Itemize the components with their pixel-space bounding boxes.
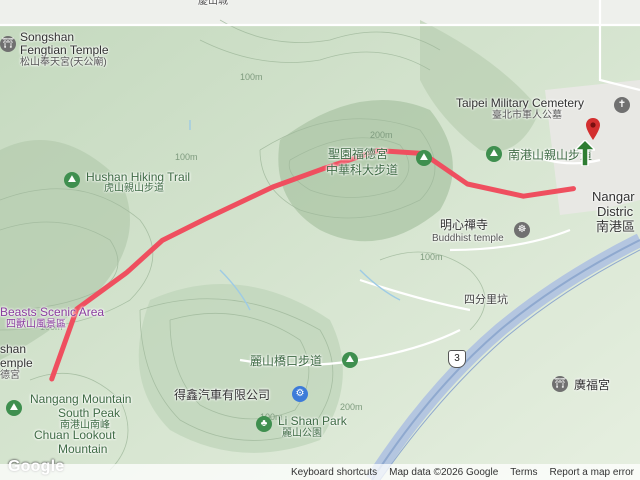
military-cemetery-label[interactable]: Taipei Military Cemetery (456, 96, 584, 110)
guangfu-temple-label[interactable]: 廣福宮 (574, 378, 610, 392)
buddhist-temple-label: Buddhist temple (432, 233, 504, 244)
map-footer: Keyboard shortcuts Map data ©2026 Google… (0, 464, 640, 480)
lookout-label[interactable]: Chuan Lookout (34, 428, 115, 442)
military-cemetery-zh: 臺北市軍人公墓 (492, 110, 562, 121)
buddhist-icon[interactable]: ☸ (514, 222, 530, 238)
hushan-trail-zh: 虎山親山步道 (104, 183, 164, 194)
south-peak-label[interactable]: Nangang Mountain (30, 392, 131, 406)
district-label-2: Distric (597, 204, 634, 219)
hiking-icon[interactable]: ⛰ (416, 150, 432, 166)
sifenli-label: 四分里坑 (464, 294, 508, 306)
cemetery-icon[interactable]: ✝ (614, 97, 630, 113)
cust-trail-label[interactable]: 中華科大步道 (326, 163, 398, 177)
hiking-icon[interactable]: ⛰ (6, 400, 22, 416)
temple-icon[interactable]: ⛩ (0, 36, 16, 52)
south-peak-label-2: South Peak (58, 406, 121, 420)
shan-temple-label-2: emple (0, 356, 33, 370)
shan-temple-zh: 德宮 (0, 370, 20, 381)
contour-label: 100m (240, 72, 263, 82)
district-label: Nangar (592, 189, 635, 204)
car-icon[interactable]: ⚙ (292, 386, 308, 402)
temple-icon[interactable]: ⛩ (552, 376, 568, 392)
songshan-temple-zh: 松山奉天宮(天公廟) (20, 57, 107, 68)
terms-link[interactable]: Terms (504, 467, 543, 478)
lishan-park-label[interactable]: Li Shan Park (278, 414, 347, 428)
car-company-label[interactable]: 得鑫汽車有限公司 (174, 388, 270, 402)
hiking-icon[interactable]: ⛰ (64, 172, 80, 188)
map-canvas[interactable]: 200m 100m 100m 100m 100m 200m 100m 慶山城 ⛩… (0, 0, 640, 480)
contour-label: 200m (370, 130, 393, 140)
destination-pin-icon[interactable] (586, 118, 600, 140)
mingxin-temple-label[interactable]: 明心禪寺 (440, 218, 488, 232)
four-beasts-label[interactable]: Beasts Scenic Area (0, 305, 104, 319)
keyboard-shortcuts-link[interactable]: Keyboard shortcuts (285, 467, 383, 478)
contour-label: 200m (340, 402, 363, 412)
district-label-zh: 南港區 (596, 219, 636, 234)
lishan-park-zh: 麗山公園 (282, 428, 322, 439)
hiking-icon[interactable]: ⛰ (486, 146, 502, 162)
top-place-label: 慶山城 (198, 0, 228, 7)
contour-label: 100m (175, 152, 198, 162)
start-flag-icon[interactable] (575, 140, 595, 166)
lishan-bridge-label[interactable]: 麗山橋口步道 (250, 354, 322, 368)
shan-temple-label[interactable]: shan (0, 342, 26, 356)
hiking-icon[interactable]: ⛰ (342, 352, 358, 368)
report-error-link[interactable]: Report a map error (544, 467, 640, 478)
four-beasts-zh: 四獸山風景區 (6, 319, 66, 330)
lookout-label-2: Mountain (58, 442, 108, 456)
hushan-trail-label[interactable]: Hushan Hiking Trail (86, 170, 190, 184)
park-icon[interactable]: ♣ (256, 416, 272, 432)
highway-shield: 3 (448, 350, 466, 368)
fude-temple-label[interactable]: 聖園福德宮 (328, 147, 388, 161)
songshan-temple-label-2: Fengtian Temple (20, 43, 109, 57)
contour-label: 100m (420, 252, 443, 262)
songshan-temple-label[interactable]: Songshan (20, 30, 74, 44)
map-data-text: Map data ©2026 Google (389, 466, 499, 478)
